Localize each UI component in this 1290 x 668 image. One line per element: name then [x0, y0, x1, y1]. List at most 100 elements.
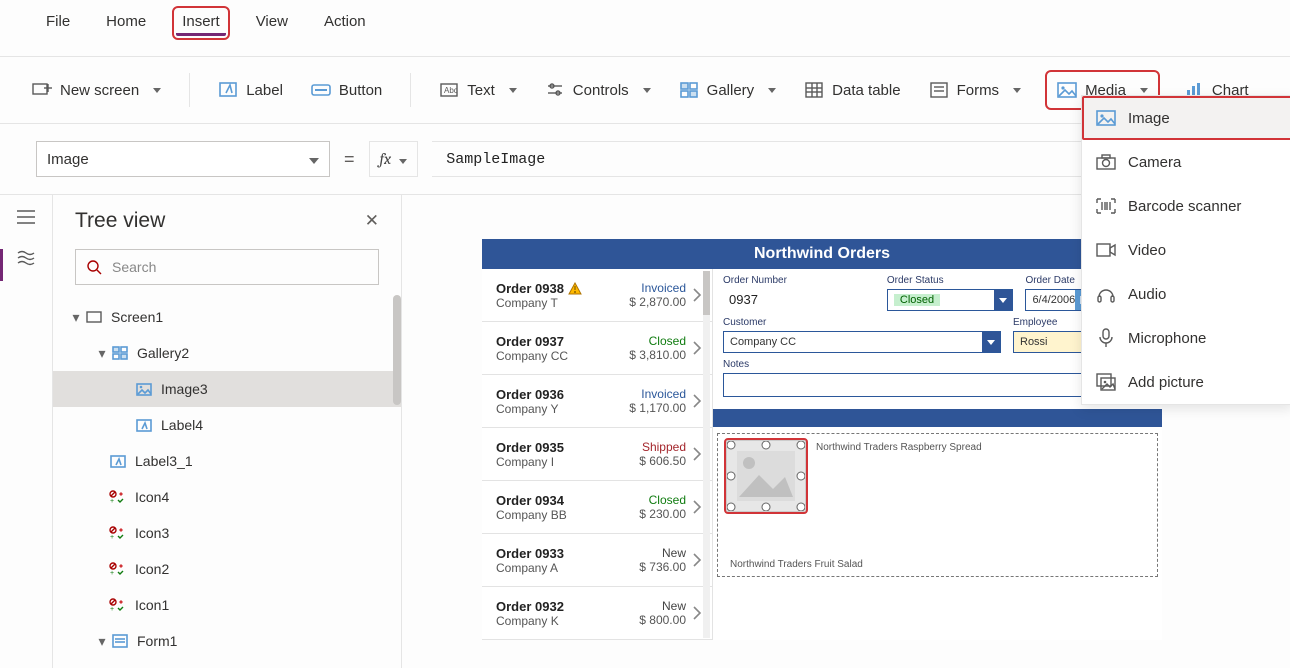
svg-text:+: +	[110, 498, 114, 504]
menu-item-label: Add picture	[1128, 374, 1204, 391]
tab-file[interactable]: File	[40, 10, 76, 33]
chevron-right-icon[interactable]	[692, 340, 702, 356]
tree-node-label4[interactable]: Label4	[53, 407, 401, 443]
caret-icon[interactable]	[71, 309, 81, 326]
tree-node-label3-1[interactable]: Label3_1	[53, 443, 401, 479]
tree-node-screen1[interactable]: Screen1	[53, 299, 401, 335]
equals-sign: =	[344, 149, 355, 170]
order-number: Order 0936	[496, 387, 564, 402]
order-row[interactable]: Order 0934Company BBClosed$ 230.00	[482, 481, 712, 534]
tab-home[interactable]: Home	[100, 10, 152, 33]
svg-text:+: +	[110, 606, 114, 612]
order-amount: $ 606.50	[610, 454, 686, 468]
order-status-combo[interactable]: Closed	[887, 289, 1014, 311]
search-input[interactable]: Search	[75, 249, 379, 285]
field-label: Order Status	[887, 275, 1014, 286]
fx-button[interactable]: fx	[369, 141, 419, 177]
ribbon-button-text: Button	[339, 82, 382, 99]
order-row[interactable]: Order 0938Company TInvoiced$ 2,870.00	[482, 269, 712, 322]
label-button[interactable]: Label	[218, 80, 283, 100]
chevron-right-icon[interactable]	[692, 287, 702, 303]
forms-dropdown[interactable]: Forms	[929, 80, 1022, 100]
order-items-gallery[interactable]: Northwind Traders Raspberry Spread North…	[717, 433, 1158, 577]
scrollbar[interactable]	[393, 295, 401, 405]
customer-combo[interactable]: Company CC	[723, 331, 1001, 353]
order-number: Order 0934	[496, 493, 564, 508]
tree-label: Form1	[137, 633, 177, 649]
order-row[interactable]: Order 0937Company CCClosed$ 3,810.00	[482, 322, 712, 375]
chevron-right-icon[interactable]	[692, 393, 702, 409]
close-icon[interactable]: ✕	[365, 211, 379, 231]
search-icon	[86, 259, 102, 275]
menu-item-label: Barcode scanner	[1128, 198, 1241, 215]
data-table-button[interactable]: Data table	[804, 80, 900, 100]
menu-item-image[interactable]: Image	[1082, 96, 1290, 140]
formula-value: SampleImage	[446, 151, 545, 168]
order-row[interactable]: Order 0933Company ANew$ 736.00	[482, 534, 712, 587]
order-amount: $ 3,810.00	[610, 348, 686, 362]
tree-node-form1[interactable]: Form1	[53, 623, 401, 659]
order-status: Shipped	[610, 440, 686, 454]
tree-label: Label3_1	[135, 453, 193, 469]
order-gallery[interactable]: Order 0938Company TInvoiced$ 2,870.00Ord…	[482, 269, 712, 640]
tree-node-image3[interactable]: Image3	[53, 371, 401, 407]
tab-insert[interactable]: Insert	[176, 10, 226, 36]
app-preview: Northwind Orders Order 0938Company TInvo…	[482, 239, 1162, 640]
menu-item-barcode[interactable]: Barcode scanner	[1082, 184, 1290, 228]
company-name: Company CC	[496, 349, 604, 363]
tree-node-icon2[interactable]: + Icon2	[53, 551, 401, 587]
screen-plus-icon	[32, 80, 52, 100]
image-control-selected[interactable]	[726, 440, 806, 512]
order-number: Order 0937	[496, 334, 564, 349]
menu-item-microphone[interactable]: Microphone	[1082, 316, 1290, 360]
chevron-right-icon[interactable]	[692, 605, 702, 621]
new-screen-button[interactable]: New screen	[32, 80, 161, 100]
menu-item-camera[interactable]: Camera	[1082, 140, 1290, 184]
section-bar	[713, 409, 1162, 427]
tab-view[interactable]: View	[250, 10, 294, 33]
image-icon	[1096, 108, 1116, 128]
tree-node-gallery2[interactable]: Gallery2	[53, 335, 401, 371]
company-name: Company BB	[496, 508, 604, 522]
order-row[interactable]: Order 0932Company KNew$ 800.00	[482, 587, 712, 640]
video-icon	[1096, 240, 1116, 260]
chevron-down-icon	[395, 151, 407, 168]
controls-dropdown[interactable]: Controls	[545, 80, 651, 100]
forms-icon	[929, 80, 949, 100]
ribbon-separator	[189, 73, 190, 107]
tree-node-icon3[interactable]: + Icon3	[53, 515, 401, 551]
chevron-right-icon[interactable]	[692, 446, 702, 462]
scrollbar[interactable]	[703, 271, 710, 638]
tree-node-icon4[interactable]: + Icon4	[53, 479, 401, 515]
warning-icon	[568, 282, 582, 295]
order-row[interactable]: Order 0936Company YInvoiced$ 1,170.00	[482, 375, 712, 428]
menu-item-video[interactable]: Video	[1082, 228, 1290, 272]
property-select[interactable]: Image	[36, 141, 330, 177]
order-status: New	[610, 599, 686, 613]
caret-icon[interactable]	[97, 633, 107, 650]
hamburger-button[interactable]	[0, 209, 52, 225]
gallery-dropdown[interactable]: Gallery	[679, 80, 777, 100]
order-status: Closed	[610, 493, 686, 507]
property-select-value: Image	[47, 151, 89, 168]
tree-node-icon1[interactable]: + Icon1	[53, 587, 401, 623]
camera-icon	[1096, 152, 1116, 172]
menu-item-add-picture[interactable]: Add picture	[1082, 360, 1290, 404]
label-icon	[135, 416, 153, 434]
tab-action[interactable]: Action	[318, 10, 372, 33]
order-status: Invoiced	[610, 281, 686, 295]
order-date-value: 6/4/2006	[1032, 294, 1075, 306]
order-row[interactable]: Order 0935Company IShipped$ 606.50	[482, 428, 712, 481]
search-placeholder: Search	[112, 259, 156, 275]
menu-item-audio[interactable]: Audio	[1082, 272, 1290, 316]
chevron-right-icon[interactable]	[692, 499, 702, 515]
button-button[interactable]: Button	[311, 80, 382, 100]
order-amount: $ 2,870.00	[610, 295, 686, 309]
tree-label: Screen1	[111, 309, 163, 325]
caret-icon[interactable]	[97, 345, 107, 362]
menu-item-label: Video	[1128, 242, 1166, 259]
text-dropdown[interactable]: Abc Text	[439, 80, 517, 100]
chevron-right-icon[interactable]	[692, 552, 702, 568]
customer-value: Company CC	[730, 336, 796, 348]
tree-view-rail-button[interactable]	[0, 249, 52, 281]
